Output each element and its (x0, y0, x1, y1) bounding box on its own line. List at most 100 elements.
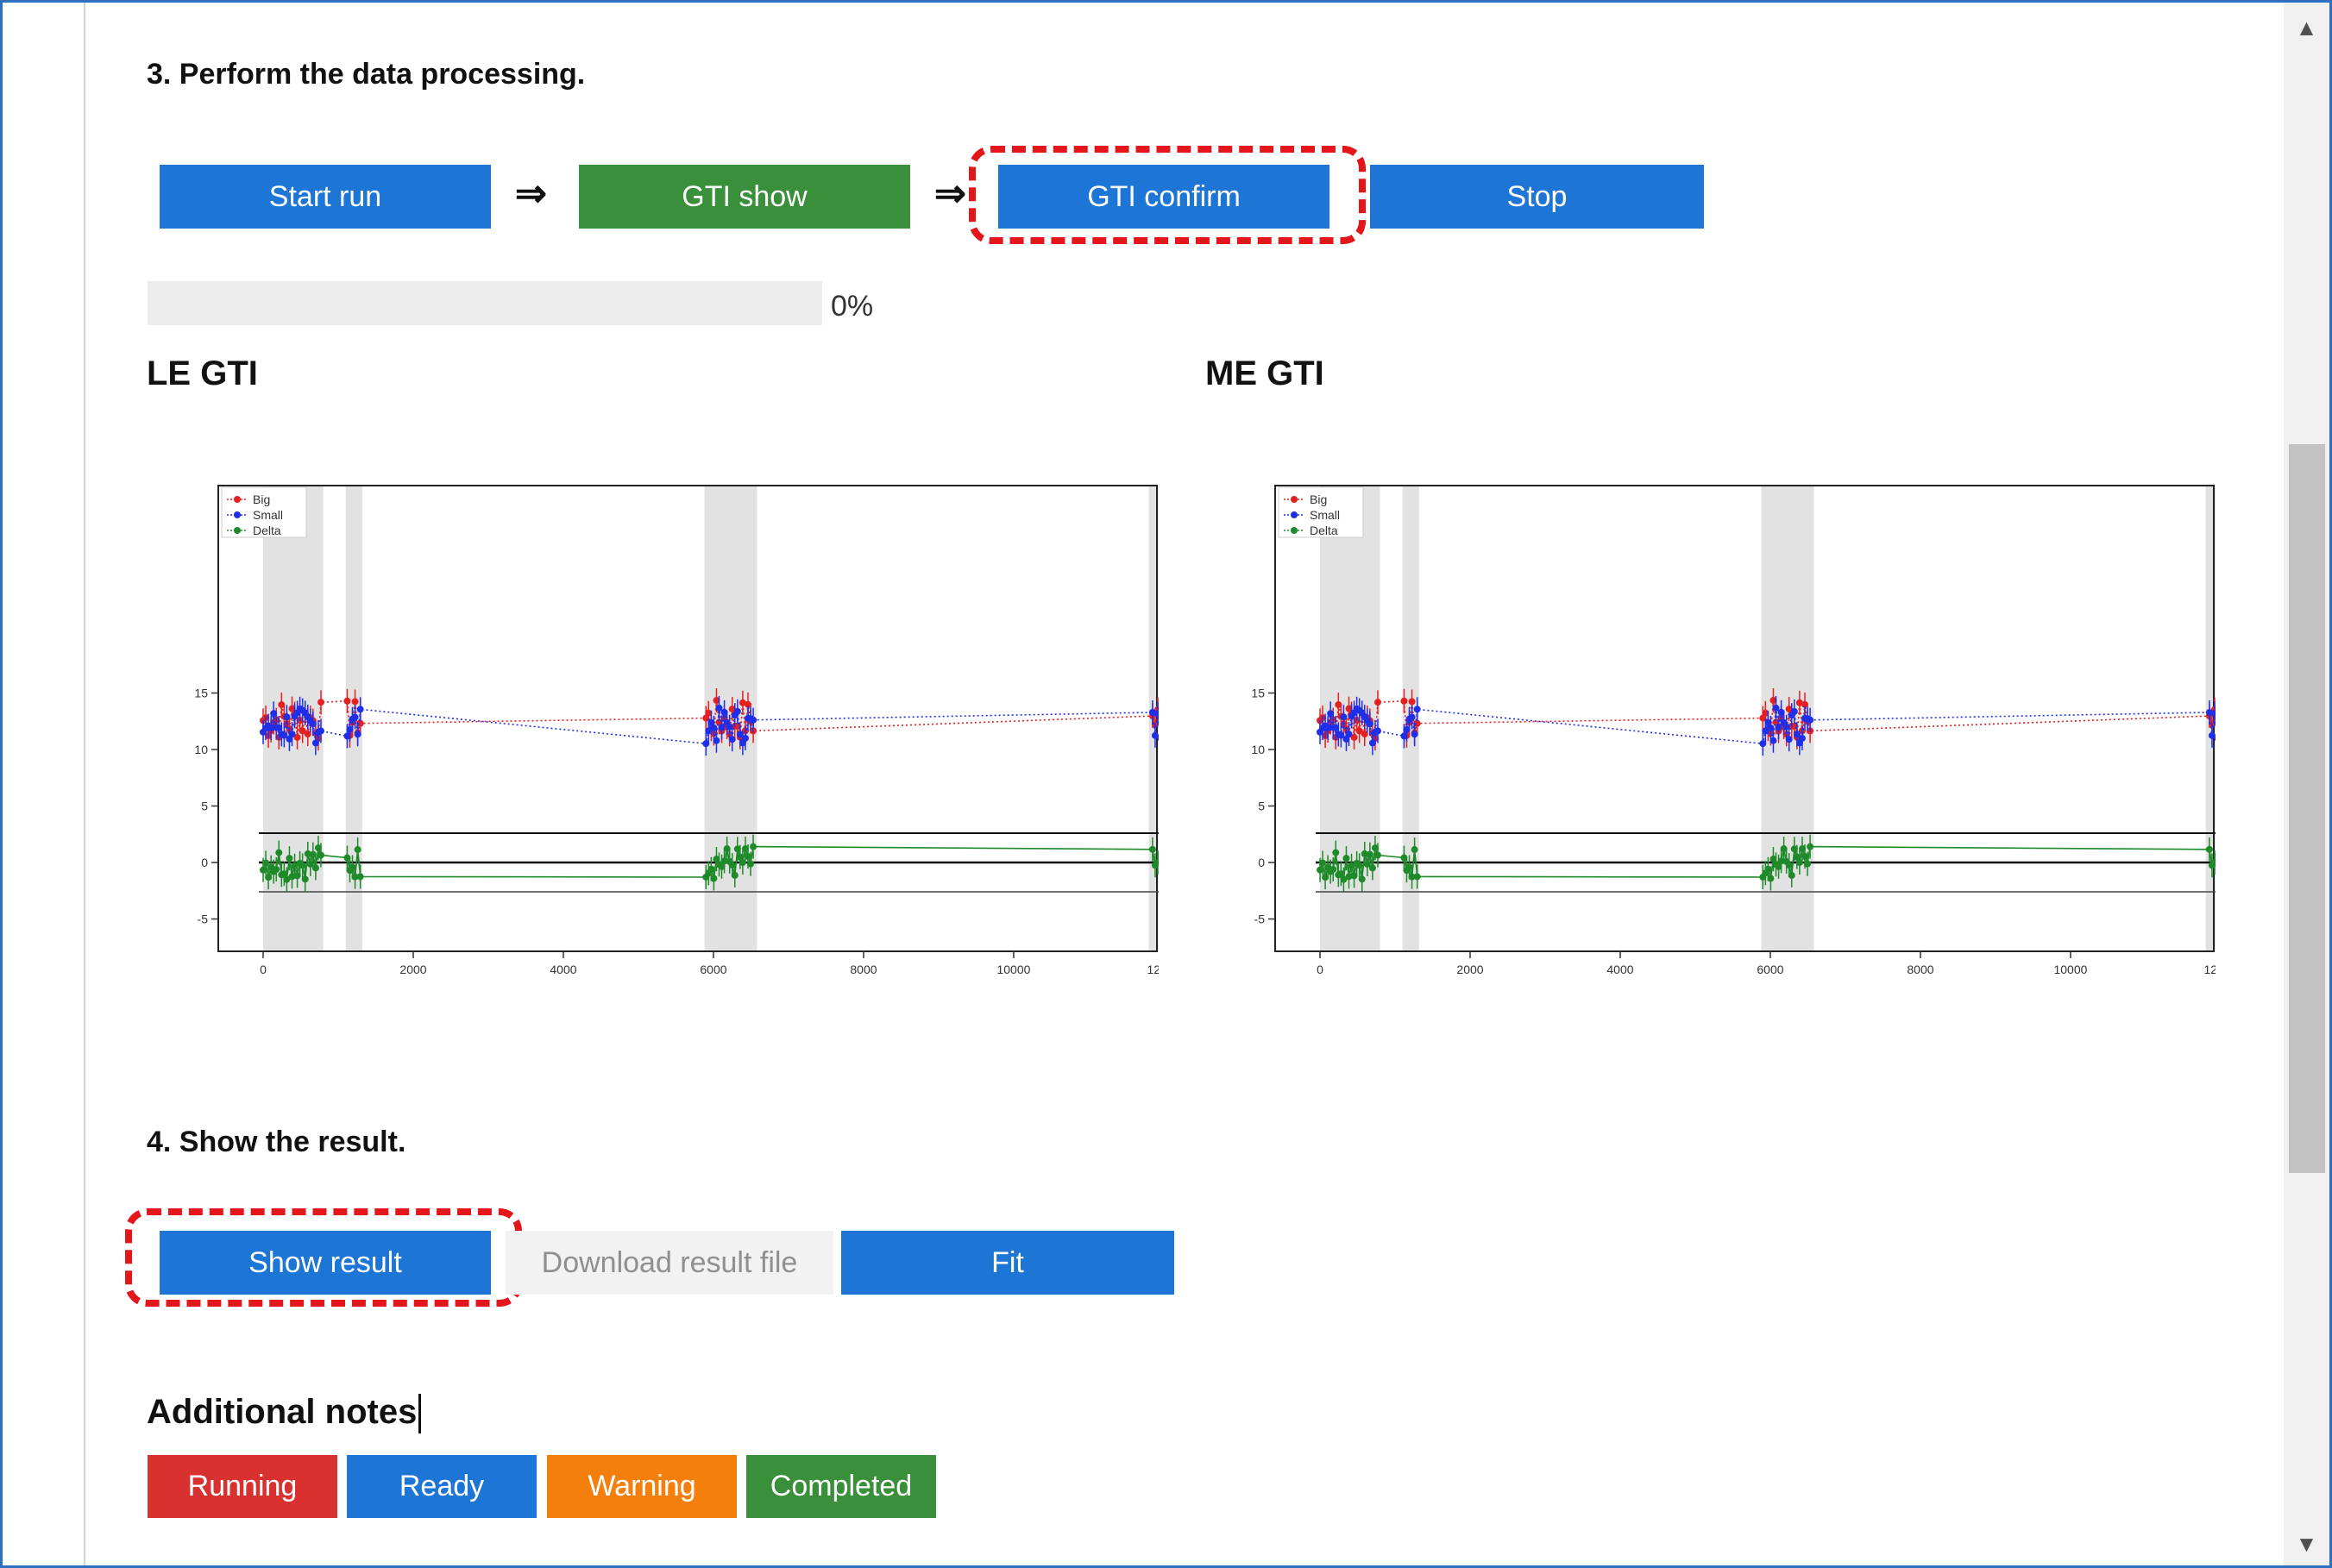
gti-show-button[interactable]: GTI show (579, 165, 910, 229)
legend-label: Big (253, 492, 270, 506)
x-tick-label: 0 (1317, 963, 1323, 976)
delta-series-point (1767, 875, 1775, 882)
me-gti-plot: 15 10 5 0 -5 0 2000 4000 6000 8000 10000 12000 Big Sm… (1249, 464, 2216, 1025)
small-series-point (1413, 706, 1421, 713)
scroll-thumb[interactable] (2289, 444, 2325, 1173)
small-series-point (1798, 734, 1806, 742)
x-tick-label: 12000 (2203, 963, 2216, 976)
small-series-point (741, 734, 749, 742)
small-series-point (283, 713, 291, 721)
legend-label: Delta (1310, 524, 1338, 537)
arrow-icon: ⇒ (515, 172, 547, 215)
legend-marker (234, 511, 241, 518)
le-gti-title: LE GTI (147, 354, 258, 392)
y-tick-label: 0 (1258, 856, 1265, 869)
delta-series-point (1373, 851, 1381, 859)
small-series-point (1785, 736, 1793, 743)
legend-marker (1291, 511, 1298, 518)
stop-button[interactable]: Stop (1370, 165, 1704, 229)
small-series-point (718, 724, 726, 731)
big-series-point (317, 699, 324, 706)
delta-series-point (286, 855, 293, 862)
fit-button[interactable]: Fit (841, 1231, 1174, 1295)
big-series-point (1408, 698, 1416, 706)
delta-series-point (311, 864, 319, 872)
y-tick-label: 15 (194, 687, 208, 700)
small-series-point (309, 720, 317, 728)
small-series-point (750, 716, 757, 724)
small-series-point (1775, 724, 1782, 731)
scroll-down-icon[interactable]: ▼ (2284, 1522, 2329, 1565)
legend-marker (234, 527, 241, 534)
y-tick-label: 10 (1251, 743, 1265, 756)
vertical-scrollbar[interactable]: ▲ ▼ (2284, 3, 2329, 1565)
legend-marker (1291, 496, 1298, 503)
small-series-point (1345, 731, 1353, 738)
legend-marker (234, 496, 241, 503)
status-warning: Warning (547, 1455, 737, 1518)
small-series-point (317, 727, 324, 735)
delta-series-point (1804, 860, 1812, 868)
y-tick-label: 15 (1251, 687, 1265, 700)
small-series-point (733, 707, 741, 715)
big-series-point (1373, 699, 1381, 706)
progress-bar (148, 281, 822, 325)
x-tick-label: 8000 (850, 963, 877, 976)
me-gti-title: ME GTI (1205, 354, 1324, 392)
arrow-icon: ⇒ (934, 172, 966, 215)
small-series-point (1807, 716, 1814, 724)
step3-title: 3. Perform the data processing. (147, 58, 586, 91)
x-tick-label: 6000 (1757, 963, 1783, 976)
show-result-button[interactable]: Show result (160, 1231, 491, 1295)
legend-label: Small (253, 508, 283, 522)
delta-series-point (1342, 855, 1350, 862)
additional-notes-text: Additional notes (147, 1393, 418, 1431)
delta-series-point (1807, 843, 1814, 850)
step4-title: 4. Show the result. (147, 1126, 406, 1158)
delta-series-point (301, 875, 309, 883)
x-tick-label: 8000 (1907, 963, 1933, 976)
small-series-point (1408, 713, 1416, 721)
start-run-button[interactable]: Start run (160, 165, 491, 229)
delta-series-point (1332, 849, 1340, 856)
app-window: 3. Perform the data processing. Start ru… (0, 0, 2332, 1568)
delta-series-point (2205, 845, 2213, 853)
small-series-point (354, 731, 361, 738)
y-tick-label: 5 (201, 800, 208, 813)
delta-series-point (710, 875, 718, 882)
delta-series-point (356, 873, 364, 881)
big-series-point (343, 697, 351, 705)
x-tick-label: 4000 (1606, 963, 1633, 976)
y-tick-label: 10 (194, 743, 208, 756)
small-series-point (728, 736, 736, 743)
delta-series-point (275, 849, 283, 856)
x-tick-label: 2000 (399, 963, 426, 976)
y-tick-label: 0 (201, 856, 208, 869)
x-tick-label: 10000 (996, 963, 1030, 976)
gti-confirm-button[interactable]: GTI confirm (998, 165, 1329, 229)
text-cursor (418, 1394, 422, 1434)
small-series-point (1769, 737, 1777, 744)
additional-notes-title[interactable]: Additional notes (147, 1393, 422, 1434)
download-result-button[interactable]: Download result file (506, 1231, 833, 1295)
x-tick-label: 4000 (550, 963, 576, 976)
delta-series-point (1368, 864, 1376, 872)
big-series-point (1400, 697, 1408, 705)
y-tick-label: -5 (1254, 913, 1266, 926)
big-series-point (351, 698, 359, 706)
delta-series-point (731, 871, 739, 879)
small-series-point (288, 731, 296, 738)
small-series-point (713, 737, 720, 744)
small-series-point (1373, 727, 1381, 735)
legend-label: Big (1310, 492, 1327, 506)
small-series-point (351, 713, 359, 721)
delta-series-point (317, 851, 324, 859)
status-ready: Ready (347, 1455, 537, 1518)
small-series-point (356, 706, 364, 713)
x-tick-label: 0 (260, 963, 267, 976)
status-completed: Completed (746, 1455, 936, 1518)
progress-label: 0% (831, 290, 874, 323)
delta-series-point (1411, 846, 1418, 854)
delta-series-point (1413, 873, 1421, 881)
scroll-up-icon[interactable]: ▲ (2284, 6, 2329, 49)
